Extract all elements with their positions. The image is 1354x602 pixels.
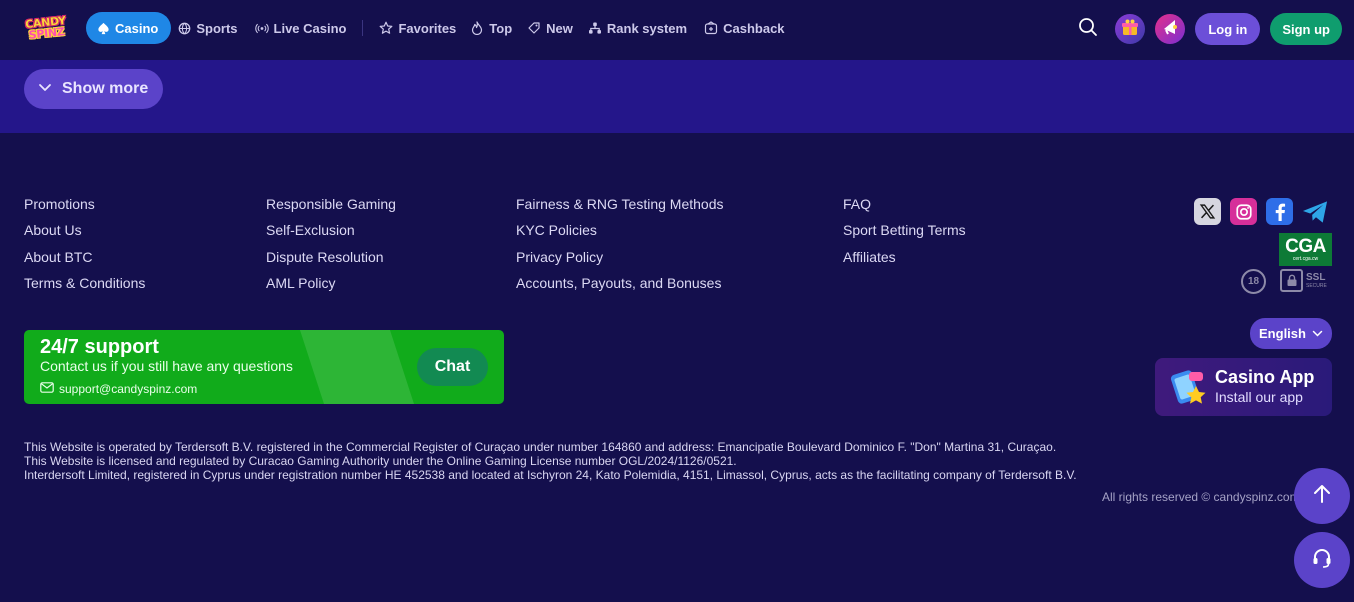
footer-link[interactable]: AML Policy <box>266 274 396 300</box>
nav-label: Rank system <box>606 20 688 36</box>
nav-label: Favorites <box>398 20 457 36</box>
footer-column-2: Responsible Gaming Self-Exclusion Disput… <box>266 195 396 301</box>
scroll-to-top-button[interactable] <box>1294 468 1350 524</box>
nav-label: Sports <box>196 20 238 36</box>
gift-icon <box>1120 17 1140 42</box>
nav-label: Cashback <box>723 20 785 36</box>
ssl-sub-label: SECURE <box>1306 282 1327 289</box>
cga-sub-label: cert.cga.cw <box>1292 255 1319 262</box>
footer-link[interactable]: Dispute Resolution <box>266 248 396 274</box>
ball-icon <box>177 21 191 35</box>
fire-icon <box>470 21 484 35</box>
age-label: 18 <box>1247 276 1260 287</box>
nav-casino[interactable]: Casino <box>86 12 172 44</box>
nav-label: Top <box>489 20 513 36</box>
support-email: support@candyspinz.com <box>59 382 198 396</box>
cga-license-badge[interactable]: CGA cert.cga.cw <box>1279 233 1332 266</box>
copyright-text: All rights reserved © candyspinz.com <box>1102 490 1300 504</box>
nav-live-casino[interactable]: Live Casino <box>254 12 347 44</box>
footer-link[interactable]: Self-Exclusion <box>266 221 396 247</box>
nav-new[interactable]: New <box>527 12 573 44</box>
footer-column-1: Promotions About Us About BTC Terms & Co… <box>24 195 145 301</box>
legal-text: This Website is operated by Terdersoft B… <box>24 440 1077 482</box>
x-twitter-icon[interactable] <box>1194 198 1221 225</box>
cashback-icon <box>704 21 718 35</box>
nav-label: New <box>546 20 573 36</box>
show-more-button[interactable]: Show more <box>24 69 163 109</box>
instagram-icon[interactable] <box>1230 198 1257 225</box>
top-header: CANDY SPINZ Casino Sports Live Casino Fa… <box>0 0 1354 58</box>
footer-link[interactable]: Responsible Gaming <box>266 195 396 221</box>
search-icon <box>1078 17 1098 42</box>
show-more-label: Show more <box>62 80 149 97</box>
new-icon <box>527 21 541 35</box>
signup-button[interactable]: Sign up <box>1270 13 1342 45</box>
support-card: 24/7 support Contact us if you still hav… <box>24 330 504 404</box>
broadcast-icon <box>254 21 269 35</box>
language-selector[interactable]: English <box>1250 318 1332 349</box>
logo-line-2: SPINZ <box>28 25 66 42</box>
legal-line: Interdersoft Limited, registered in Cypr… <box>24 468 1077 482</box>
age-restriction-badge: 18 <box>1241 269 1266 294</box>
nav-favorites[interactable]: Favorites <box>379 12 456 44</box>
footer-link[interactable]: Privacy Policy <box>516 248 724 274</box>
footer-link[interactable]: Accounts, Payouts, and Bonuses <box>516 274 724 300</box>
language-label: English <box>1259 326 1306 341</box>
footer-link[interactable]: Fairness & RNG Testing Methods <box>516 195 724 221</box>
app-title: Casino App <box>1215 367 1315 387</box>
megaphone-icon <box>1160 17 1180 42</box>
footer-column-3: Fairness & RNG Testing Methods KYC Polic… <box>516 195 724 301</box>
candy-spinz-logo[interactable]: CANDY SPINZ <box>23 12 70 44</box>
telegram-icon[interactable] <box>1302 198 1329 225</box>
nav-cashback[interactable]: Cashback <box>704 12 785 44</box>
nav-label: Casino <box>115 20 159 36</box>
footer-link[interactable]: Terms & Conditions <box>24 274 145 300</box>
nav-label: Live Casino <box>273 20 347 36</box>
nav-rank-system[interactable]: Rank system <box>588 12 687 44</box>
cga-label: CGA <box>1285 235 1326 257</box>
facebook-icon[interactable] <box>1266 198 1293 225</box>
main-nav: Casino Sports Live Casino Favorites Top <box>86 12 785 44</box>
footer-link[interactable]: Sport Betting Terms <box>843 221 966 247</box>
casino-app-banner[interactable]: Casino App Install our app <box>1155 358 1332 416</box>
ssl-label: SSL <box>1306 271 1326 283</box>
footer-link[interactable]: FAQ <box>843 195 966 221</box>
search-button[interactable] <box>1077 14 1099 44</box>
mail-icon <box>40 382 54 396</box>
footer-link[interactable]: KYC Policies <box>516 221 724 247</box>
legal-line: This Website is licensed and regulated b… <box>24 454 737 468</box>
support-card-decoration <box>299 330 415 404</box>
header-actions: Log in Sign up <box>1077 13 1342 45</box>
login-button[interactable]: Log in <box>1195 13 1261 45</box>
footer-link[interactable]: About Us <box>24 221 145 247</box>
chat-button[interactable]: Chat <box>417 348 488 386</box>
footer-link[interactable]: Affiliates <box>843 248 966 274</box>
chevron-down-icon <box>38 80 52 98</box>
star-icon <box>379 21 393 35</box>
nav-sports[interactable]: Sports <box>177 12 238 44</box>
phone-star-icon <box>1169 368 1209 408</box>
social-links <box>1194 198 1329 225</box>
footer-link[interactable]: About BTC <box>24 248 145 274</box>
ssl-badge: SSL SECURE <box>1280 269 1327 292</box>
headset-icon <box>1311 547 1333 574</box>
spade-icon <box>96 21 110 35</box>
legal-line: This Website is operated by Terdersoft B… <box>24 440 1057 454</box>
app-subtitle: Install our app <box>1215 389 1303 405</box>
footer-column-4: FAQ Sport Betting Terms Affiliates <box>843 195 966 274</box>
nav-divider <box>362 20 364 36</box>
games-section-bottom: Show more <box>0 60 1354 133</box>
support-title: 24/7 support <box>40 336 159 358</box>
nav-top[interactable]: Top <box>470 12 512 44</box>
lock-icon <box>1280 269 1303 292</box>
chevron-down-icon <box>1312 326 1323 341</box>
support-email-link[interactable]: support@candyspinz.com <box>40 382 197 396</box>
gift-button[interactable] <box>1115 14 1146 44</box>
arrow-up-icon <box>1311 483 1333 510</box>
support-chat-button[interactable] <box>1294 532 1350 588</box>
promo-button[interactable] <box>1155 14 1186 44</box>
support-subtitle: Contact us if you still have any questio… <box>40 358 293 374</box>
footer-link[interactable]: Promotions <box>24 195 145 221</box>
rank-icon <box>588 21 602 35</box>
